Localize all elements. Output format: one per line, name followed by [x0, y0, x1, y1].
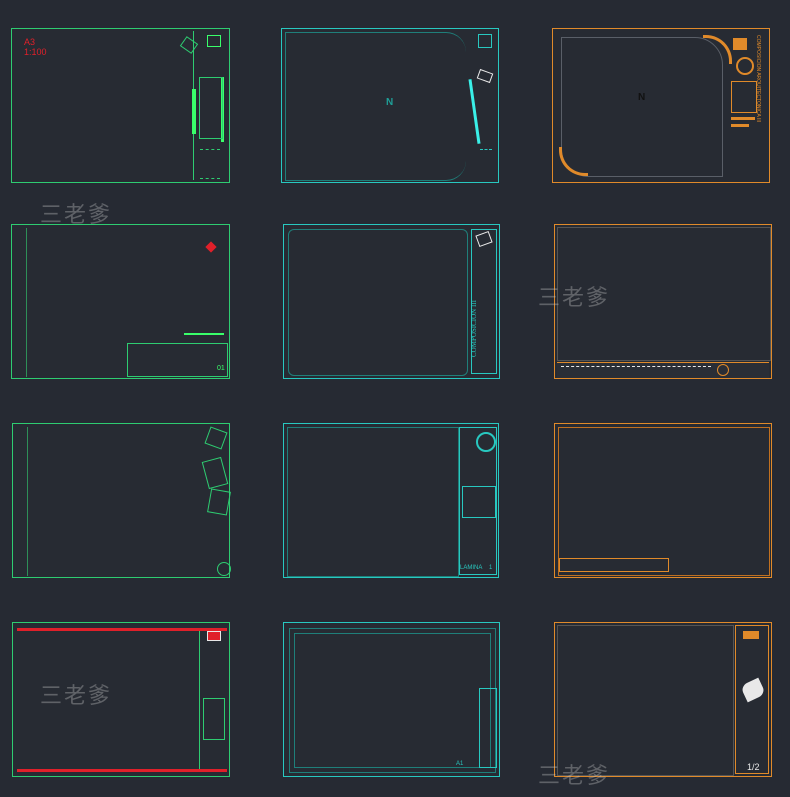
logo-icon [743, 631, 759, 639]
logo-icon [476, 432, 496, 452]
target-icon [217, 562, 231, 576]
drawing-sheet-6[interactable] [554, 224, 772, 379]
title-block [127, 343, 228, 377]
title-bar [192, 89, 196, 134]
vertical-title: COMPOSICION III [470, 300, 478, 357]
info-box [731, 81, 757, 113]
orange-accent [559, 147, 588, 176]
drawing-sheet-12[interactable]: 1/2 [554, 622, 772, 777]
info-box [203, 698, 225, 740]
compass-icon [476, 68, 494, 84]
drawing-sheet-2[interactable]: N [281, 28, 499, 183]
inner-frame [557, 227, 771, 361]
sheet-tag: A1 [456, 761, 464, 767]
orange-accent [703, 35, 732, 64]
title-bar [468, 79, 481, 144]
drawing-sheet-5[interactable]: COMPOSICION III [283, 224, 500, 379]
inner-frame [287, 427, 459, 577]
sheet-scale-label: 1:100 [24, 47, 47, 57]
drawing-sheet-8[interactable]: LAMINA 1 [283, 423, 499, 578]
target-icon [736, 57, 754, 75]
drawing-sheet-7[interactable] [12, 423, 231, 578]
drawing-sheet-11[interactable]: A1 [283, 622, 500, 777]
sheet-number: 01 [217, 365, 225, 372]
north-label: N [638, 92, 646, 103]
inner-frame [294, 633, 491, 768]
inner-frame [27, 427, 228, 576]
logo-icon [733, 38, 747, 50]
drawing-sheet-4[interactable]: 01 [11, 224, 230, 379]
target-icon [717, 364, 729, 376]
title-block [559, 558, 669, 572]
lamina-number: 1 [489, 565, 493, 571]
vertical-title: COMPOSICION ARQUITECTONICA III [755, 35, 761, 123]
inner-frame [557, 625, 734, 776]
inner-frame [288, 229, 468, 376]
inner-frame [285, 32, 466, 181]
page-number: 1/2 [747, 762, 760, 772]
title-bar [731, 117, 755, 120]
bottom-red-line [17, 769, 227, 772]
info-box [199, 77, 223, 139]
info-box [462, 486, 496, 518]
drawing-sheet-3[interactable]: N COMPOSICION ARQUITECTONICA III [552, 28, 770, 183]
sheet-size-label: A3 [24, 37, 36, 47]
plan-block [207, 488, 231, 516]
north-label: N [386, 97, 394, 108]
logo-icon [207, 35, 221, 47]
inner-frame [558, 427, 770, 576]
title-bar [731, 124, 749, 127]
info-lines [561, 366, 711, 373]
info-lines [480, 149, 492, 180]
top-red-line [17, 628, 227, 631]
title-block [479, 688, 497, 768]
logo-icon [207, 631, 221, 641]
drawing-sheet-1[interactable]: A3 1:100 [11, 28, 230, 183]
drawing-sheet-10[interactable] [12, 622, 230, 777]
drawing-sheet-9[interactable] [554, 423, 772, 578]
lamina-label: LAMINA [460, 565, 483, 571]
logo-icon [478, 34, 492, 48]
info-lines [200, 149, 220, 179]
title-bar [184, 333, 224, 335]
